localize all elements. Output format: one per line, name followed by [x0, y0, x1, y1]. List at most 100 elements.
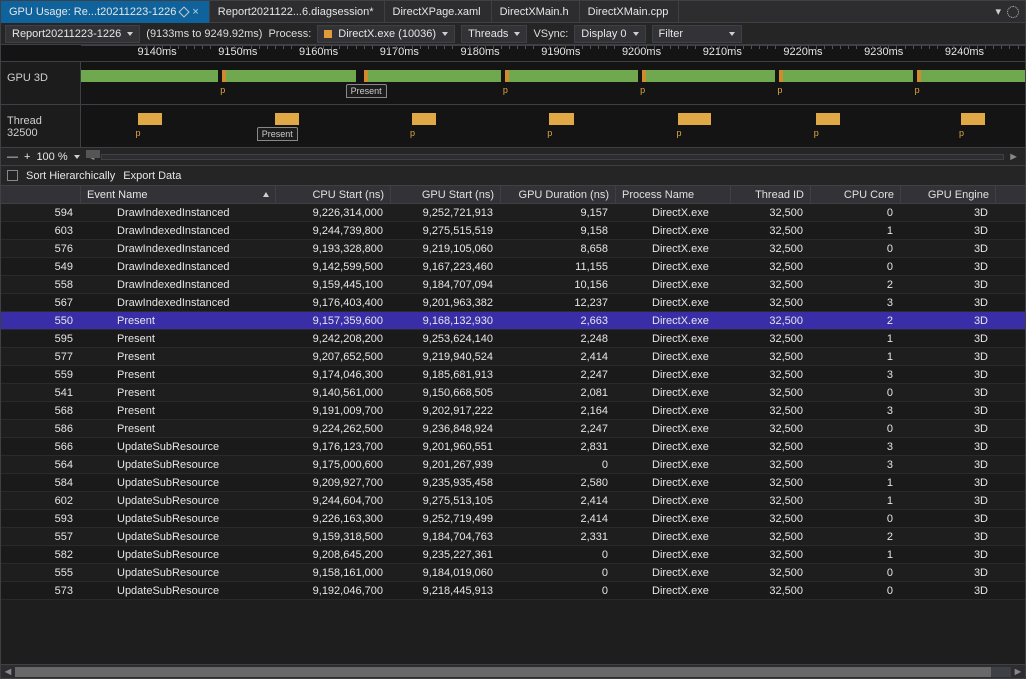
table-row[interactable]: 595Present9,242,208,2009,253,624,1402,24… — [1, 330, 1025, 348]
report-select[interactable]: Report20211223-1226 — [5, 25, 140, 43]
horizontal-scrollbar[interactable]: ◄ ► — [1, 664, 1025, 678]
cell: 1 — [811, 549, 901, 561]
document-tab[interactable]: GPU Usage: Re...t20211223-1226× — [1, 1, 210, 23]
cell: 9,252,721,913 — [391, 207, 501, 219]
document-tab[interactable]: DirectXMain.cpp — [580, 1, 680, 23]
table-row[interactable]: 558DrawIndexedInstanced9,159,445,1009,18… — [1, 276, 1025, 294]
cell: 2,414 — [501, 495, 616, 507]
table-row[interactable]: 582UpdateSubResource9,208,645,2009,235,2… — [1, 546, 1025, 564]
cell: 586 — [1, 423, 81, 435]
table-row[interactable]: 603DrawIndexedInstanced9,244,739,8009,27… — [1, 222, 1025, 240]
timeline-event[interactable] — [646, 70, 775, 82]
cell: 2,331 — [501, 531, 616, 543]
cell: 0 — [811, 567, 901, 579]
timeline-event[interactable] — [509, 70, 638, 82]
sort-asc-icon — [263, 192, 269, 197]
close-icon[interactable]: × — [192, 6, 198, 18]
table-row[interactable]: 555UpdateSubResource9,158,161,0009,184,0… — [1, 564, 1025, 582]
cell: Present — [81, 405, 276, 417]
cell: 11,155 — [501, 261, 616, 273]
table-row[interactable]: 550Present9,157,359,6009,168,132,9302,66… — [1, 312, 1025, 330]
table-row[interactable]: 564UpdateSubResource9,175,000,6009,201,2… — [1, 456, 1025, 474]
table-row[interactable]: 568Present9,191,009,7009,202,917,2222,16… — [1, 402, 1025, 420]
lane-gpu[interactable]: ppPresentpppp — [81, 62, 1025, 104]
timeline-event[interactable] — [138, 113, 162, 125]
timeline-event[interactable] — [226, 70, 355, 82]
timeline-event[interactable] — [678, 113, 710, 125]
lane-thread[interactable]: ppPresentppppp — [81, 105, 1025, 147]
table-row[interactable]: 602UpdateSubResource9,244,604,7009,275,5… — [1, 492, 1025, 510]
timeline-event[interactable] — [275, 113, 299, 125]
cell: UpdateSubResource — [81, 513, 276, 525]
timeline-event[interactable] — [412, 113, 436, 125]
table-row[interactable]: 593UpdateSubResource9,226,163,3009,252,7… — [1, 510, 1025, 528]
cell: DirectX.exe — [616, 297, 731, 309]
events-table: Event Name CPU Start (ns) GPU Start (ns)… — [1, 185, 1025, 664]
timeline-event[interactable] — [549, 113, 573, 125]
table-row[interactable]: 573UpdateSubResource9,192,046,7009,218,4… — [1, 582, 1025, 600]
timeline-event[interactable] — [961, 113, 985, 125]
table-row[interactable]: 584UpdateSubResource9,209,927,7009,235,9… — [1, 474, 1025, 492]
table-row[interactable]: 567DrawIndexedInstanced9,176,403,4009,20… — [1, 294, 1025, 312]
document-tab[interactable]: DirectXMain.h — [492, 1, 580, 23]
scroll-right-icon[interactable]: ► — [1011, 665, 1025, 679]
table-row[interactable]: 566UpdateSubResource9,176,123,7009,201,9… — [1, 438, 1025, 456]
sort-hier-checkbox[interactable] — [7, 170, 18, 181]
cell: DirectX.exe — [616, 225, 731, 237]
vsync-select[interactable]: Display 0 — [574, 25, 645, 43]
document-tab[interactable]: Report2021122...6.diagsession* — [210, 1, 385, 23]
cell: 0 — [811, 261, 901, 273]
timeline-event[interactable] — [783, 70, 912, 82]
col-gpu-engine[interactable]: GPU Engine — [901, 186, 996, 203]
time-ruler[interactable]: 9140ms9150ms9160ms9170ms9180ms9190ms9200… — [81, 45, 1025, 61]
cell: 567 — [1, 297, 81, 309]
col-thread-id[interactable]: Thread ID — [731, 186, 811, 203]
cell: DrawIndexedInstanced — [81, 297, 276, 309]
cell: UpdateSubResource — [81, 585, 276, 597]
chevron-down-icon[interactable] — [74, 155, 80, 159]
table-row[interactable]: 559Present9,174,046,3009,185,681,9132,24… — [1, 366, 1025, 384]
timeline-event[interactable] — [81, 70, 218, 82]
table-row[interactable]: 541Present9,140,561,0009,150,668,5052,08… — [1, 384, 1025, 402]
col-event-name[interactable]: Event Name — [81, 186, 276, 203]
timeline-event[interactable] — [921, 70, 1025, 82]
table-row[interactable]: 549DrawIndexedInstanced9,142,599,5009,16… — [1, 258, 1025, 276]
timeline-event[interactable] — [368, 70, 501, 82]
zoom-in-button[interactable]: + — [24, 151, 30, 163]
col-gpu-start[interactable]: GPU Start (ns) — [391, 186, 501, 203]
pin-icon[interactable] — [179, 6, 190, 17]
col-process[interactable]: Process Name — [616, 186, 731, 203]
export-button[interactable]: Export Data — [123, 170, 181, 182]
col-cpu-start[interactable]: CPU Start (ns) — [276, 186, 391, 203]
table-row[interactable]: 586Present9,224,262,5009,236,848,9242,24… — [1, 420, 1025, 438]
zoom-slider[interactable]: ◄► — [86, 151, 1019, 163]
cell: DirectX.exe — [616, 549, 731, 561]
table-row[interactable]: 577Present9,207,652,5009,219,940,5242,41… — [1, 348, 1025, 366]
present-marker: p — [915, 85, 920, 95]
cell: 603 — [1, 225, 81, 237]
sort-hier-label[interactable]: Sort Hierarchically — [26, 170, 115, 182]
table-row[interactable]: 594DrawIndexedInstanced9,226,314,0009,25… — [1, 204, 1025, 222]
filter-input[interactable]: Filter — [652, 25, 742, 43]
cell: 3 — [811, 405, 901, 417]
cell: 2,247 — [501, 423, 616, 435]
threads-select[interactable]: Threads — [461, 25, 527, 43]
lane-label-thread: Thread 32500 — [1, 105, 81, 147]
table-row[interactable]: 557UpdateSubResource9,159,318,5009,184,7… — [1, 528, 1025, 546]
col-cpu-core[interactable]: CPU Core — [811, 186, 901, 203]
cell: 1 — [811, 333, 901, 345]
zoom-out-button[interactable]: — — [7, 151, 18, 163]
document-tab[interactable]: DirectXPage.xaml — [385, 1, 492, 23]
cell: DirectX.exe — [616, 585, 731, 597]
scroll-left-icon[interactable]: ◄ — [1, 665, 15, 679]
table-row[interactable]: 576DrawIndexedInstanced9,193,328,8009,21… — [1, 240, 1025, 258]
cell: 32,500 — [731, 405, 811, 417]
cell: 558 — [1, 279, 81, 291]
present-flag: Present — [346, 84, 387, 98]
col-gpu-duration[interactable]: GPU Duration (ns) — [501, 186, 616, 203]
tab-overflow-icon[interactable]: ▾ — [995, 5, 1001, 18]
timeline-event[interactable] — [816, 113, 840, 125]
gear-icon[interactable] — [1007, 6, 1019, 18]
col-index[interactable] — [1, 186, 81, 203]
process-select[interactable]: DirectX.exe (10036) — [317, 25, 455, 43]
